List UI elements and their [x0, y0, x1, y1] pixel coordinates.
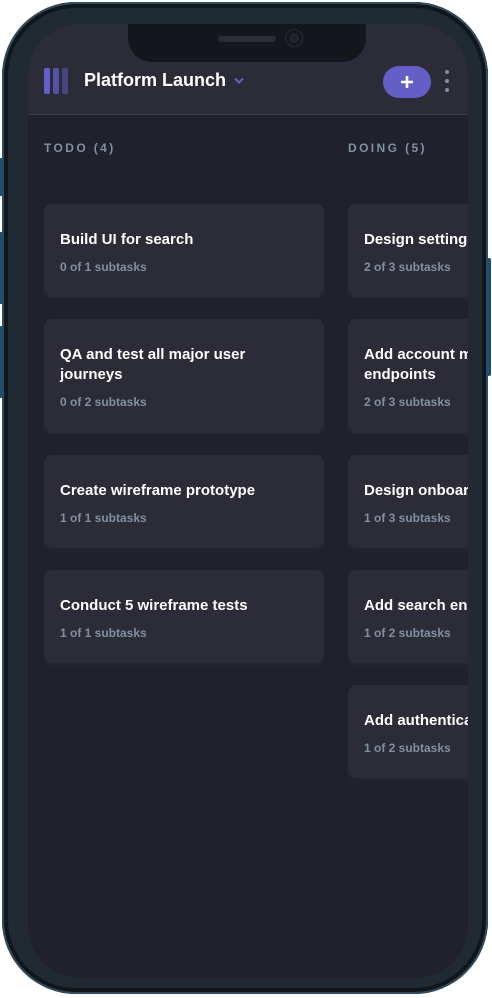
task-subtasks: 1 of 2 subtasks: [364, 626, 451, 640]
mute-switch: [0, 158, 3, 196]
task-title: Create wireframe prototype: [60, 482, 256, 499]
task-card[interactable]: QA and test all major user journeys 0 of…: [44, 319, 324, 433]
logo-icon: [44, 68, 68, 94]
task-title: Add authentication endpoints: [364, 712, 468, 729]
board: TODO (4) Build UI for search 0 of 1 subt…: [44, 115, 468, 978]
front-camera: [286, 30, 302, 46]
more-options-icon[interactable]: [444, 70, 450, 92]
power-button: [487, 258, 491, 376]
task-title: Design onboarding flow: [364, 482, 468, 499]
volume-down-button: [0, 326, 3, 398]
task-title: Add account management endpoints: [364, 346, 468, 383]
task-subtasks: 1 of 2 subtasks: [364, 741, 451, 755]
board-title[interactable]: Platform Launch: [84, 70, 226, 91]
column-heading: DOING (5): [348, 141, 427, 155]
speaker-grille: [218, 36, 276, 42]
task-title: Design settings: [364, 231, 468, 248]
task-card[interactable]: Design onboarding flow 1 of 3 subtasks: [348, 455, 468, 548]
plus-icon: [401, 76, 413, 88]
task-card[interactable]: Add authentication endpoints 1 of 2 subt…: [348, 685, 468, 778]
task-card[interactable]: Design settings 2 of 3 subtasks: [348, 204, 468, 297]
task-card[interactable]: Add account management endpoints 2 of 3 …: [348, 319, 468, 433]
task-subtasks: 2 of 3 subtasks: [364, 260, 451, 274]
task-card[interactable]: Build UI for search 0 of 1 subtasks: [44, 204, 324, 297]
task-title: Add search endpoints: [364, 597, 468, 614]
column-heading: TODO (4): [44, 141, 116, 155]
add-task-button[interactable]: [383, 66, 431, 98]
task-card[interactable]: Create wireframe prototype 1 of 1 subtas…: [44, 455, 324, 548]
task-card[interactable]: Conduct 5 wireframe tests 1 of 1 subtask…: [44, 570, 324, 663]
task-subtasks: 1 of 1 subtasks: [60, 511, 147, 525]
task-title: Build UI for search: [60, 231, 194, 248]
task-subtasks: 2 of 3 subtasks: [364, 395, 451, 409]
task-title: QA and test all major user journeys: [60, 346, 246, 383]
app-screen: Platform Launch TODO (4) Build UI for se…: [28, 24, 468, 978]
notch: [128, 24, 366, 62]
volume-up-button: [0, 232, 3, 304]
task-subtasks: 0 of 1 subtasks: [60, 260, 147, 274]
task-subtasks: 1 of 3 subtasks: [364, 511, 451, 525]
task-subtasks: 0 of 2 subtasks: [60, 395, 147, 409]
task-card[interactable]: Add search endpoints 1 of 2 subtasks: [348, 570, 468, 663]
task-subtasks: 1 of 1 subtasks: [60, 626, 147, 640]
phone-frame: Platform Launch TODO (4) Build UI for se…: [0, 2, 491, 994]
chevron-down-icon[interactable]: [234, 76, 244, 86]
task-title: Conduct 5 wireframe tests: [60, 597, 248, 614]
